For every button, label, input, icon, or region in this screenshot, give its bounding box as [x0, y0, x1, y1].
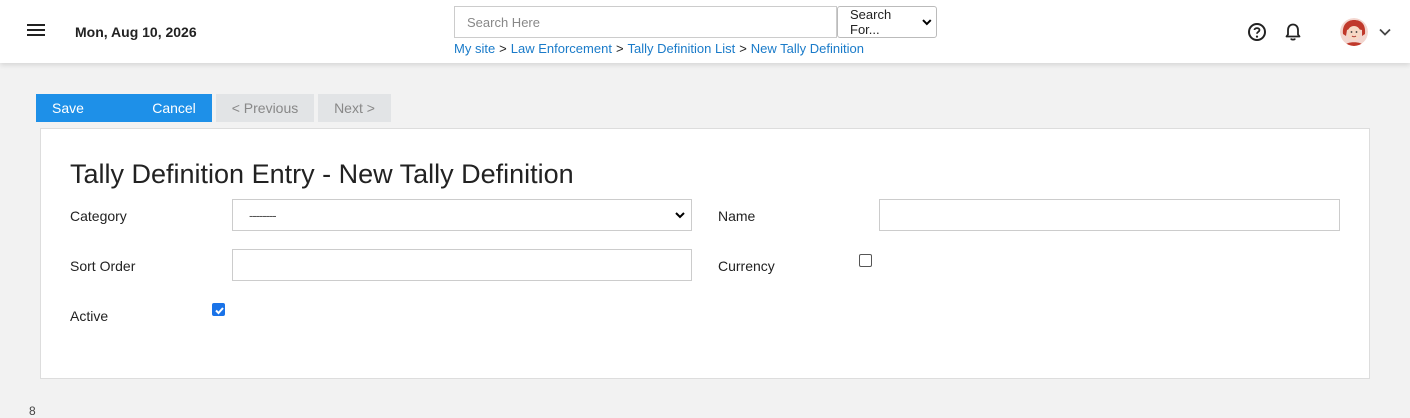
breadcrumb-separator: > [615, 41, 624, 56]
help-icon[interactable] [1247, 22, 1267, 42]
category-select[interactable]: -------- [232, 199, 692, 231]
breadcrumb-law-enforcement[interactable]: Law Enforcement [511, 41, 612, 56]
breadcrumb-my-site[interactable]: My site [454, 41, 495, 56]
search-input[interactable] [454, 6, 837, 38]
tally-definition-form: Tally Definition Entry - New Tally Defin… [40, 128, 1370, 379]
page-footer-fragment: 8 [29, 404, 36, 418]
chevron-down-icon[interactable] [1378, 26, 1392, 38]
search-scope-value: Search For... [850, 7, 892, 37]
category-value: -------- [249, 207, 277, 223]
category-label: Category [70, 208, 127, 224]
currency-checkbox[interactable] [859, 254, 872, 267]
next-button[interactable]: Next > [318, 94, 391, 122]
breadcrumb-tally-definition-list[interactable]: Tally Definition List [628, 41, 736, 56]
name-label: Name [718, 208, 756, 224]
breadcrumb-separator: > [739, 41, 747, 56]
search-scope-select[interactable]: Search For... [837, 6, 937, 38]
chevron-down-icon [922, 19, 932, 26]
sort-order-field[interactable] [232, 249, 692, 281]
breadcrumb-new-tally-definition[interactable]: New Tally Definition [751, 41, 864, 56]
bell-icon[interactable] [1283, 22, 1303, 42]
checkmark-icon [215, 307, 224, 315]
active-checkbox[interactable] [212, 303, 225, 316]
sort-order-label: Sort Order [70, 258, 136, 274]
active-label: Active [70, 308, 109, 324]
current-date: Mon, Aug 10, 2026 [75, 24, 197, 40]
breadcrumb-separator: > [499, 41, 507, 56]
currency-label: Currency [718, 258, 775, 274]
page-title: Tally Definition Entry - New Tally Defin… [70, 159, 574, 189]
chevron-down-icon [675, 212, 685, 219]
name-field[interactable] [879, 199, 1340, 231]
cancel-button[interactable]: Cancel [136, 94, 212, 122]
avatar[interactable] [1340, 18, 1368, 46]
previous-button[interactable]: < Previous [216, 94, 314, 122]
breadcrumb: My site > Law Enforcement > Tally Definition… [454, 41, 864, 56]
save-button[interactable]: Save [36, 94, 131, 122]
menu-icon[interactable] [27, 24, 45, 38]
top-bar: Mon, Aug 10, 2026 Search For... My site >… [0, 0, 1410, 63]
